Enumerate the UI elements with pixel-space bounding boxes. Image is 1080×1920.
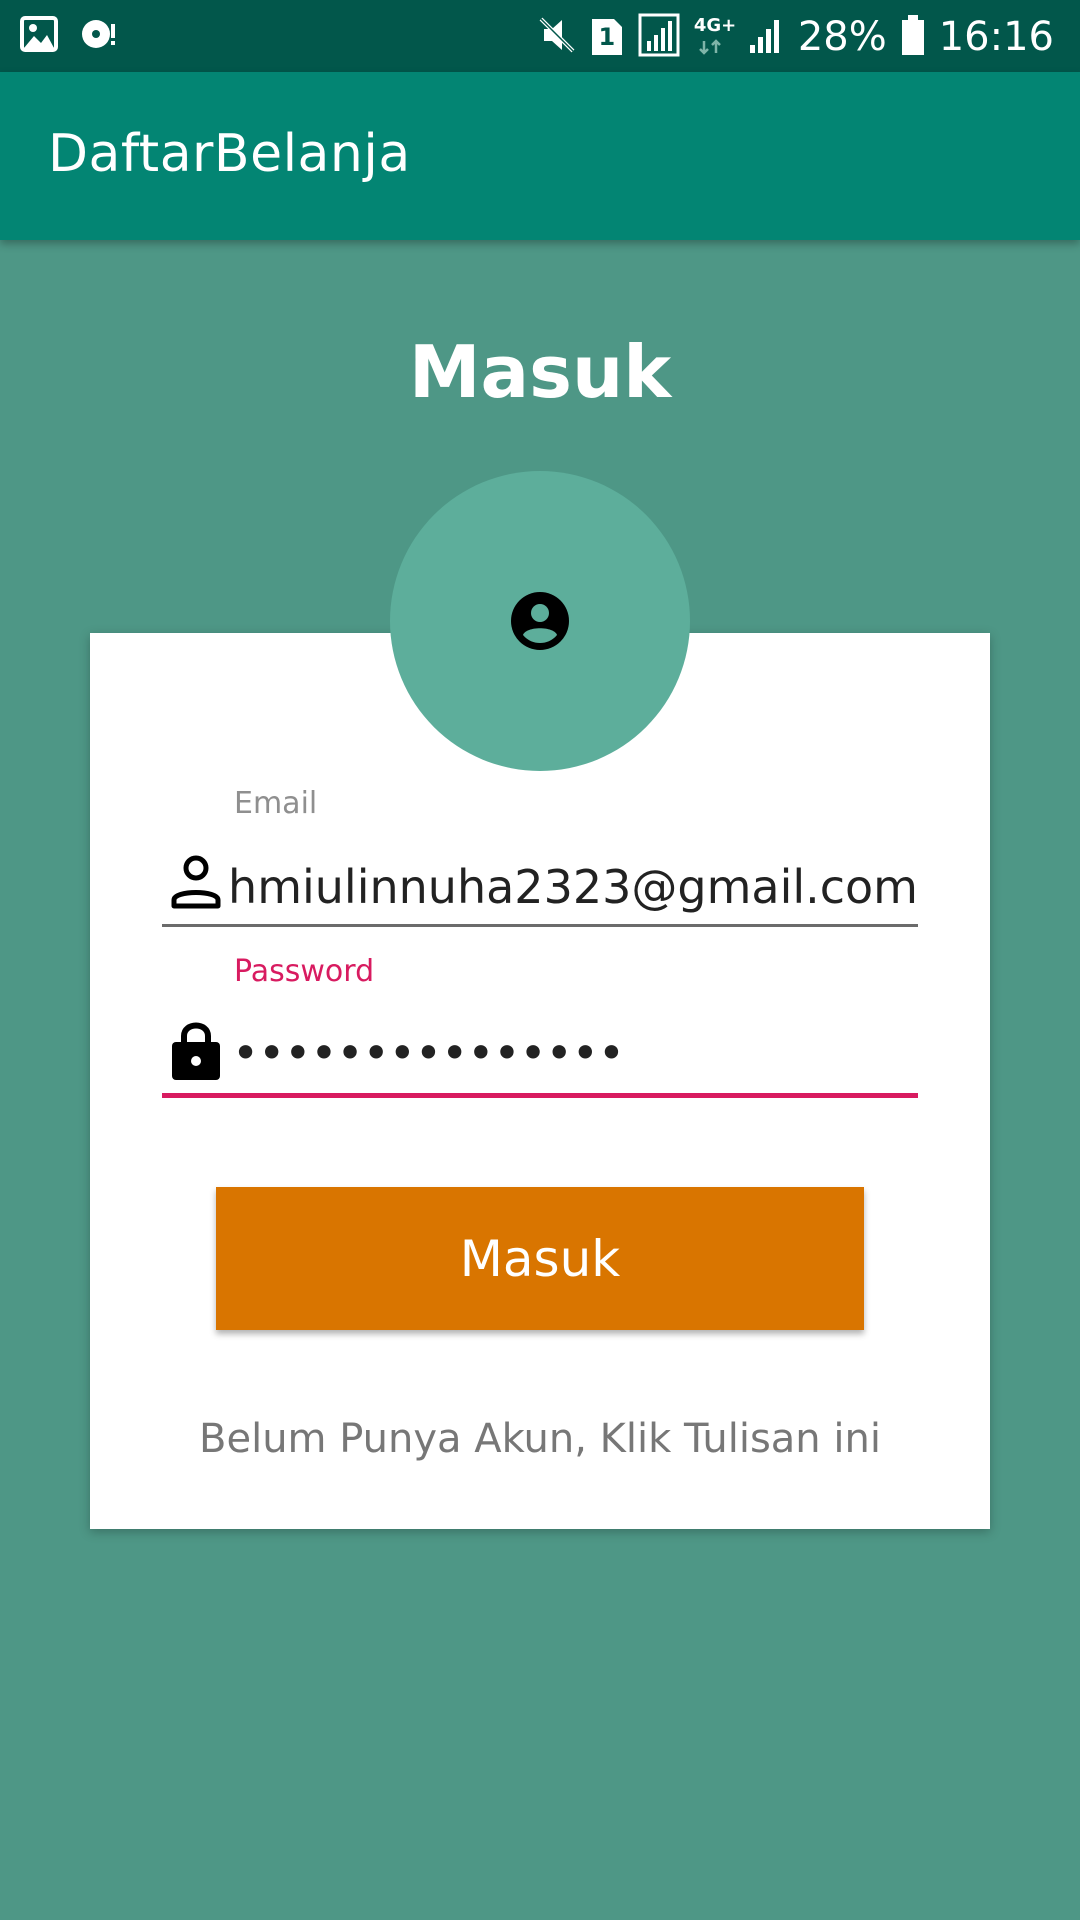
network-icon: 4G+ — [693, 15, 737, 59]
password-label: Password — [234, 954, 375, 989]
sim-slot-number: 1 — [598, 23, 616, 51]
signal-icon — [638, 13, 680, 61]
email-field-value[interactable]: rahmiulinnuha2323@gmail.com — [232, 852, 918, 922]
mute-icon — [538, 15, 576, 59]
email-label: Email — [234, 786, 318, 821]
person-icon — [170, 854, 222, 910]
register-link[interactable]: Belum Punya Akun, Klik Tulisan ini — [0, 1416, 1080, 1462]
sim-icon: 1 — [590, 17, 624, 57]
signal-icon — [748, 15, 784, 59]
record-icon — [80, 16, 118, 56]
image-icon — [20, 16, 58, 56]
app-title: DaftarBelanja — [48, 124, 411, 184]
status-bar: 1 4G+ 28% 16:16 — [0, 0, 1080, 72]
password-field[interactable]: ••••••••••••••• — [232, 1018, 918, 1088]
page-title: Masuk — [408, 330, 672, 414]
email-field-underline — [162, 924, 918, 927]
account-circle-icon — [510, 591, 570, 651]
status-bar-right: 1 4G+ 28% 16:16 — [538, 10, 1054, 64]
status-bar-left — [20, 16, 118, 56]
avatar — [390, 471, 690, 771]
app-bar: DaftarBelanja — [0, 72, 1080, 240]
battery-percent: 28% — [797, 14, 887, 60]
lock-icon — [170, 1018, 222, 1080]
password-field-underline — [162, 1093, 918, 1098]
login-button[interactable]: Masuk — [216, 1187, 864, 1330]
email-field[interactable]: rahmiulinnuha2323@gmail.com — [232, 852, 918, 922]
battery-icon — [901, 14, 925, 60]
network-type: 4G+ — [693, 15, 737, 36]
clock: 16:16 — [938, 14, 1054, 60]
